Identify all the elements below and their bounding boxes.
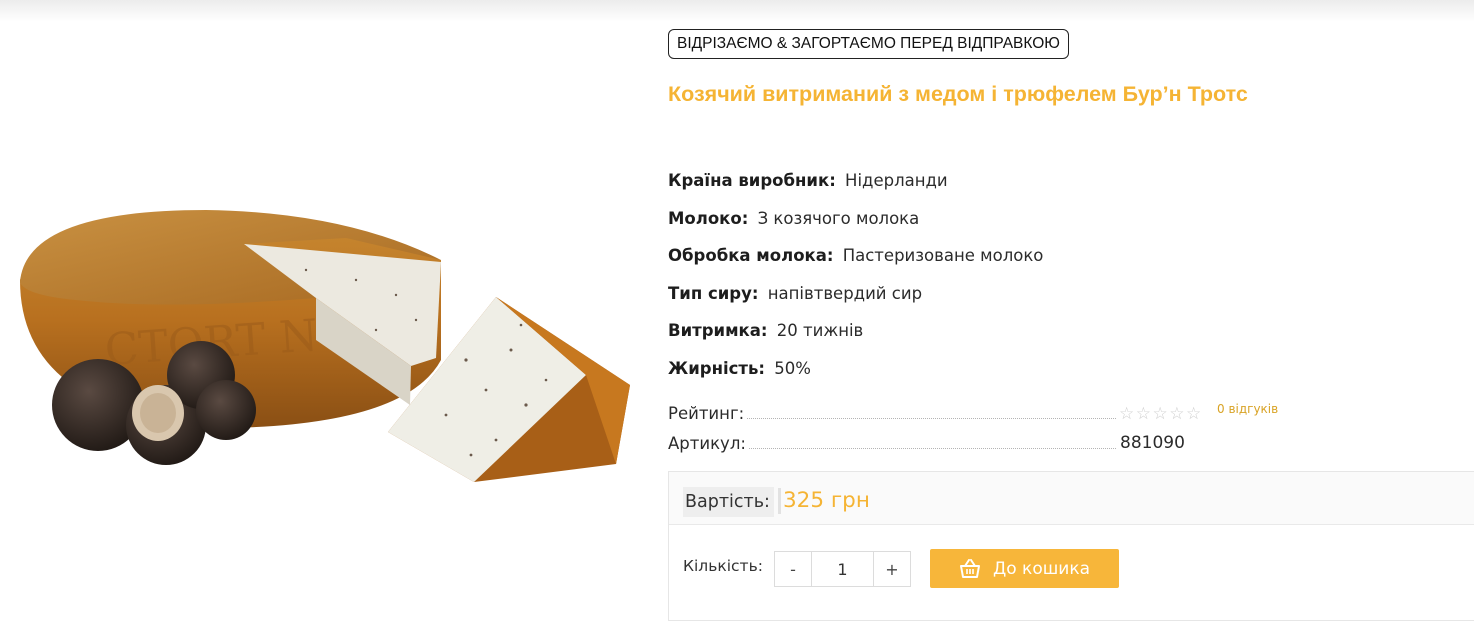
product-attributes: Країна виробник: Нідерланди Молоко: З ко… bbox=[668, 167, 1228, 393]
attr-value: Пастеризоване молоко bbox=[842, 246, 1044, 266]
rating-row: Рейтинг: bbox=[668, 401, 1118, 423]
attr-value: 20 тижнів bbox=[776, 321, 864, 341]
attr-label: Обробка молока: bbox=[668, 246, 834, 266]
basket-icon bbox=[959, 558, 980, 578]
attr-aging: Витримка: 20 тижнів bbox=[668, 317, 1228, 355]
dotted-leader bbox=[748, 448, 1116, 449]
price-label: Вартість: bbox=[683, 487, 774, 517]
add-to-cart-button[interactable]: До кошика bbox=[930, 549, 1119, 588]
attr-value: З козячого молока bbox=[757, 208, 920, 228]
attr-label: Молоко: bbox=[668, 208, 749, 228]
attr-label: Тип сиру: bbox=[668, 283, 759, 303]
header-shadow bbox=[0, 0, 1474, 22]
product-image[interactable]: CTORT N bbox=[16, 200, 630, 485]
cut-and-wrap-badge: ВІДРІЗАЄМО & ЗАГОРТАЄМО ПЕРЕД ВІДПРАВКОЮ bbox=[668, 29, 1069, 59]
attr-cheese-type: Тип сиру: напівтвердий сир bbox=[668, 280, 1228, 318]
attr-fat: Жирність: 50% bbox=[668, 355, 1228, 393]
cheese-illustration: CTORT N bbox=[20, 210, 630, 482]
add-to-cart-label: До кошика bbox=[992, 558, 1091, 579]
price-value: 325 грн bbox=[783, 488, 870, 513]
attr-label: Країна виробник: bbox=[668, 171, 836, 190]
quantity-input[interactable] bbox=[811, 552, 874, 586]
star-rating-icon[interactable]: ☆☆☆☆☆ bbox=[1119, 404, 1203, 424]
increment-button[interactable]: + bbox=[874, 552, 910, 586]
reviews-link[interactable]: 0 відгуків bbox=[1217, 402, 1278, 416]
attr-label: Витримка: bbox=[668, 321, 768, 341]
price-divider bbox=[778, 488, 781, 514]
attr-value: напівтвердий сир bbox=[767, 283, 923, 303]
attr-value: 50% bbox=[774, 358, 811, 378]
sku-row: Артикул: bbox=[668, 431, 1118, 453]
product-title: Козячий витриманий з медом і трюфелем Бу… bbox=[668, 82, 1248, 106]
attr-label: Жирність: bbox=[668, 358, 766, 378]
dotted-leader bbox=[747, 418, 1116, 419]
quantity-stepper: - + bbox=[774, 551, 911, 587]
attr-value: Нідерланди bbox=[845, 171, 948, 190]
purchase-box: Вартість: 325 грн Кількість: - + До коши… bbox=[668, 471, 1474, 621]
sku-value: 881090 bbox=[1120, 433, 1185, 453]
sku-label: Артикул: bbox=[668, 434, 746, 453]
attr-country: Країна виробник: Нідерланди bbox=[668, 167, 1228, 205]
attr-milk: Молоко: З козячого молока bbox=[668, 205, 1228, 243]
attr-milk-processing: Обробка молока: Пастеризоване молоко bbox=[668, 242, 1228, 280]
quantity-label: Кількість: bbox=[683, 557, 763, 575]
decrement-button[interactable]: - bbox=[775, 552, 811, 586]
price-bar: Вартість: 325 грн bbox=[669, 472, 1474, 525]
rating-label: Рейтинг: bbox=[668, 404, 745, 423]
